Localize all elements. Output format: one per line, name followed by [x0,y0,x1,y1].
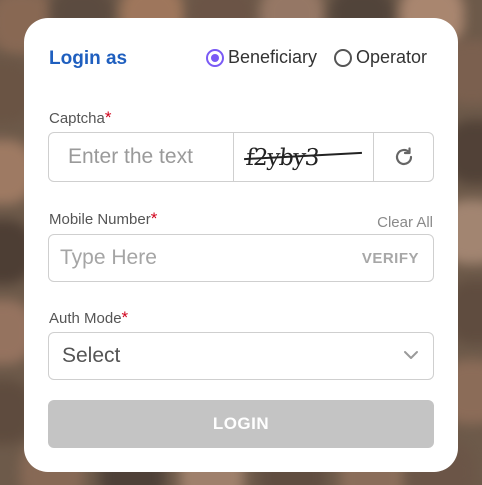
login-card: Login as Beneficiary Operator Captcha* f… [24,18,458,472]
radio-operator-indicator[interactable] [334,48,352,67]
auth-mode-label-text: Auth Mode [49,310,122,327]
login-button[interactable]: LOGIN [48,400,434,448]
clear-all-link[interactable]: Clear All [377,214,433,231]
captcha-field: f2yby3 [48,132,434,182]
captcha-input[interactable] [49,133,233,181]
mobile-label-text: Mobile Number [49,211,151,228]
mobile-label: Mobile Number* [49,209,157,229]
refresh-icon[interactable] [392,145,416,169]
captcha-image: f2yby3 [233,133,374,181]
mobile-input[interactable] [49,235,339,281]
captcha-label: Captcha* [49,108,112,128]
login-as-title: Login as [49,48,128,69]
verify-button[interactable]: VERIFY [362,250,419,267]
captcha-label-text: Captcha [49,110,105,127]
radio-beneficiary-indicator[interactable] [206,48,224,67]
mobile-required-mark: * [150,209,158,228]
auth-mode-required-mark: * [121,308,129,327]
radio-beneficiary-label: Beneficiary [228,47,318,67]
mobile-field: VERIFY [48,234,434,282]
captcha-required-mark: * [104,108,112,127]
auth-mode-selected-value: Select [62,344,121,367]
auth-mode-select[interactable]: Select [48,332,434,380]
radio-operator[interactable]: Operator [334,47,427,68]
auth-mode-label: Auth Mode* [49,308,128,328]
captcha-refresh-button[interactable] [374,133,433,181]
chevron-down-icon [404,351,418,359]
radio-beneficiary[interactable]: Beneficiary [206,47,317,68]
radio-operator-label: Operator [356,47,428,67]
